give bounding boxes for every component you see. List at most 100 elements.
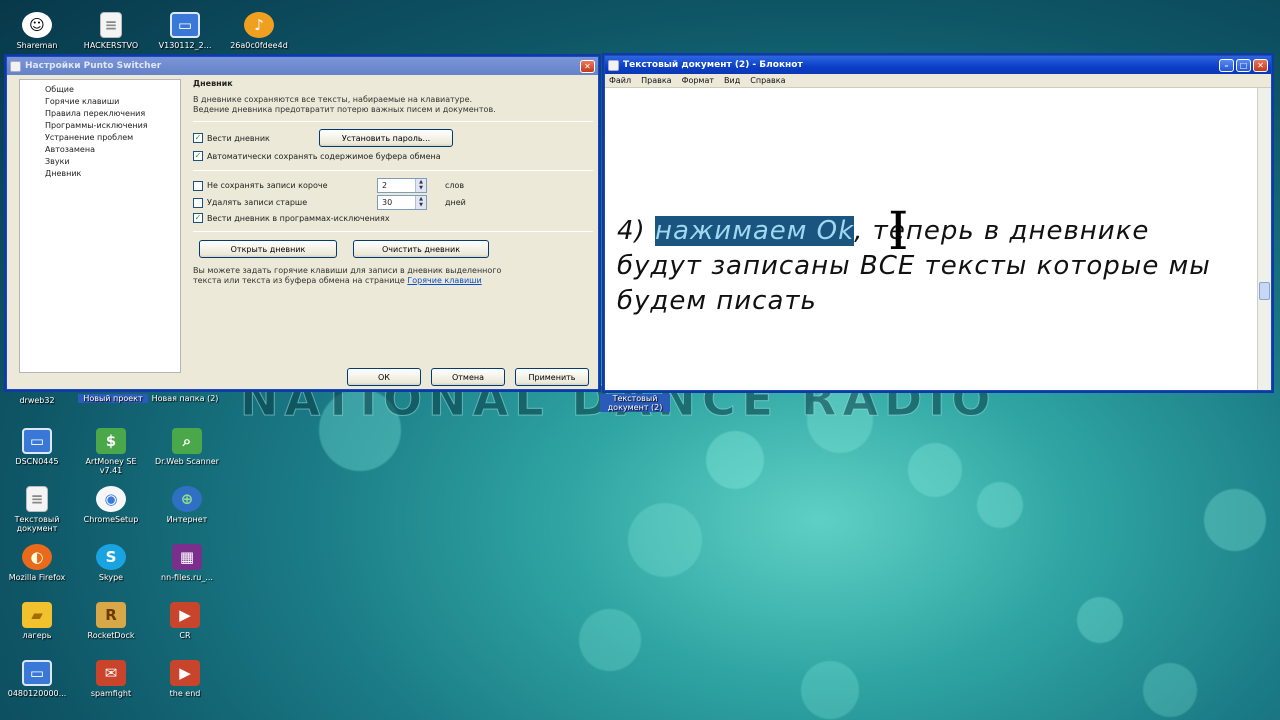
firefox-icon: ◐ <box>22 544 52 570</box>
close-button[interactable]: ✕ <box>1253 58 1268 72</box>
delete-old-value: 30 <box>382 198 393 207</box>
diary-description-1: В дневнике сохраняются все тексты, набир… <box>193 95 473 104</box>
desktop-icon-shareman[interactable]: ☺ Shareman <box>2 12 72 50</box>
skip-short-checkbox[interactable] <box>193 180 203 191</box>
vertical-scrollbar[interactable] <box>1257 88 1271 390</box>
window-title: Текстовый документ (2) - Блокнот <box>623 60 803 70</box>
desktop-icon-drweb32[interactable]: drweb32 <box>2 396 72 405</box>
desktop-icon-hackerstvo[interactable]: ≡ HACKERSTVO <box>76 12 146 50</box>
desktop-icon-v130112[interactable]: ▭ V130112_2... <box>150 12 220 50</box>
editor-text: 4) нажимаем Ok, теперь в дневнике будут … <box>617 214 1237 319</box>
text-cursor-icon: I <box>888 202 909 262</box>
tree-item-diary[interactable]: Дневник <box>20 168 180 180</box>
document-icon: ≡ <box>26 486 48 512</box>
divider <box>193 231 593 232</box>
menu-view[interactable]: Вид <box>724 76 740 85</box>
notepad-window: Текстовый документ (2) - Блокнот – □ ✕ Ф… <box>604 55 1272 391</box>
punto-app-icon <box>10 60 21 72</box>
save-clipboard-label: Автоматически сохранять содержимое буфер… <box>207 151 441 161</box>
desktop-icon-mp3[interactable]: ♪ 26a0c0fdee4d <box>224 12 294 50</box>
skype-icon: S <box>96 544 126 570</box>
desktop-icon-cr[interactable]: ▶ CR <box>150 602 220 640</box>
monitor-icon: ▭ <box>170 12 200 38</box>
network-icon: ⊕ <box>172 486 202 512</box>
chrome-icon: ◉ <box>96 486 126 512</box>
desktop-icon-0480120000[interactable]: ▭ 0480120000... <box>2 660 72 698</box>
desktop-icon-text-document[interactable]: ≡ Текстовый документ <box>2 486 72 533</box>
desktop-icon-lager[interactable]: ▰ лагерь <box>2 602 72 640</box>
keep-diary-checkbox[interactable]: ✓ <box>193 133 203 143</box>
close-button[interactable]: ✕ <box>580 59 595 73</box>
desktop-icon-chromesetup[interactable]: ◉ ChromeSetup <box>76 486 146 524</box>
desktop-icon-dscn0445[interactable]: ▭ DSCN0445 <box>2 428 72 466</box>
monitor-icon: ▭ <box>22 428 52 454</box>
desktop-icon-new-folder-2[interactable]: Новая папка (2) <box>150 394 220 403</box>
menu-bar: Файл Правка Формат Вид Справка <box>605 74 1271 88</box>
delete-old-checkbox[interactable] <box>193 197 203 208</box>
clear-diary-button[interactable]: Очистить дневник <box>353 240 489 258</box>
money-icon: $ <box>96 428 126 454</box>
menu-help[interactable]: Справка <box>750 76 785 85</box>
delete-old-stepper[interactable]: 30 ▲ ▼ <box>377 195 427 210</box>
tree-item-autoreplace[interactable]: Автозамена <box>20 144 180 156</box>
save-clipboard-checkbox[interactable]: ✓ <box>193 151 203 161</box>
punto-titlebar[interactable]: Настройки Punto Switcher ✕ <box>7 57 598 75</box>
scrollbar-thumb[interactable] <box>1259 282 1270 300</box>
desktop-icon-nn-files[interactable]: ▦ nn-files.ru_... <box>152 544 222 582</box>
desktop-icon-text-document-2[interactable]: Текстовый документ (2) <box>600 394 670 412</box>
tree-item-exceptions[interactable]: Программы-исключения <box>20 120 180 132</box>
spin-arrows-icon[interactable]: ▲ ▼ <box>415 196 426 209</box>
divider <box>193 121 593 122</box>
delete-old-label: Удалять записи старше <box>207 198 308 207</box>
open-diary-button[interactable]: Открыть дневник <box>199 240 337 258</box>
desktop-icon-the-end[interactable]: ▶ the end <box>150 660 220 698</box>
section-heading: Дневник <box>193 79 233 88</box>
rar-icon: ▦ <box>172 544 202 570</box>
text-prefix: 4) <box>617 216 655 246</box>
window-title: Настройки Punto Switcher <box>25 61 162 71</box>
tree-item-hotkeys[interactable]: Горячие клавиши <box>20 96 180 108</box>
menu-file[interactable]: Файл <box>609 76 631 85</box>
in-exceptions-label: Вести дневник в программах-исключениях <box>207 213 390 223</box>
keep-diary-label: Вести дневник <box>207 133 270 143</box>
hotkeys-link[interactable]: Горячие клавиши <box>407 276 481 285</box>
apply-button[interactable]: Применить <box>515 368 589 386</box>
desktop-icon-internet[interactable]: ⊕ Интернет <box>152 486 222 524</box>
in-exceptions-checkbox[interactable]: ✓ <box>193 213 203 223</box>
document-icon: ≡ <box>100 12 122 38</box>
desktop-icon-artmoney[interactable]: $ ArtMoney SE v7.41 <box>76 428 146 475</box>
media-icon: ▶ <box>170 602 200 628</box>
diary-settings-panel: Дневник В дневнике сохраняются все текст… <box>193 79 593 286</box>
face-icon: ☺ <box>22 12 52 38</box>
skip-short-stepper[interactable]: 2 ▲ ▼ <box>377 178 427 193</box>
cancel-button[interactable]: Отмена <box>431 368 505 386</box>
hint-line-2: текста или текста из буфера обмена на ст… <box>193 276 405 285</box>
rocketdock-icon: R <box>96 602 126 628</box>
desktop-icon-skype[interactable]: S Skype <box>76 544 146 582</box>
desktop-icon-drweb-scanner[interactable]: ⌕ Dr.Web Scanner <box>152 428 222 466</box>
tree-item-general[interactable]: Общие <box>20 84 180 96</box>
skip-short-label: Не сохранять записи короче <box>207 181 328 190</box>
desktop-icon-new-project[interactable]: Новый проект <box>78 394 148 403</box>
spin-arrows-icon[interactable]: ▲ ▼ <box>415 179 426 192</box>
tree-item-troubleshooting[interactable]: Устранение проблем <box>20 132 180 144</box>
desktop-icon-spamfight[interactable]: ✉ spamfight <box>76 660 146 698</box>
menu-edit[interactable]: Правка <box>641 76 671 85</box>
minimize-button[interactable]: – <box>1219 58 1234 72</box>
skip-short-unit: слов <box>445 181 465 190</box>
maximize-button[interactable]: □ <box>1236 58 1251 72</box>
divider <box>193 170 593 171</box>
menu-format[interactable]: Формат <box>682 76 714 85</box>
text-editor[interactable]: 4) нажимаем Ok, теперь в дневнике будут … <box>605 88 1271 390</box>
ok-button[interactable]: ОК <box>347 368 421 386</box>
punto-settings-window: Настройки Punto Switcher ✕ Общие Горячие… <box>6 56 599 390</box>
notepad-titlebar[interactable]: Текстовый документ (2) - Блокнот – □ ✕ <box>605 56 1271 74</box>
hint-line-1: Вы можете задать горячие клавиши для зап… <box>193 266 502 275</box>
tree-item-sounds[interactable]: Звуки <box>20 156 180 168</box>
desktop-icon-rocketdock[interactable]: R RocketDock <box>76 602 146 640</box>
folder-icon: ▰ <box>22 602 52 628</box>
tree-item-switch-rules[interactable]: Правила переключения <box>20 108 180 120</box>
notepad-app-icon <box>608 59 619 71</box>
set-password-button[interactable]: Установить пароль... <box>319 129 453 147</box>
desktop-icon-firefox[interactable]: ◐ Mozilla Firefox <box>2 544 72 582</box>
